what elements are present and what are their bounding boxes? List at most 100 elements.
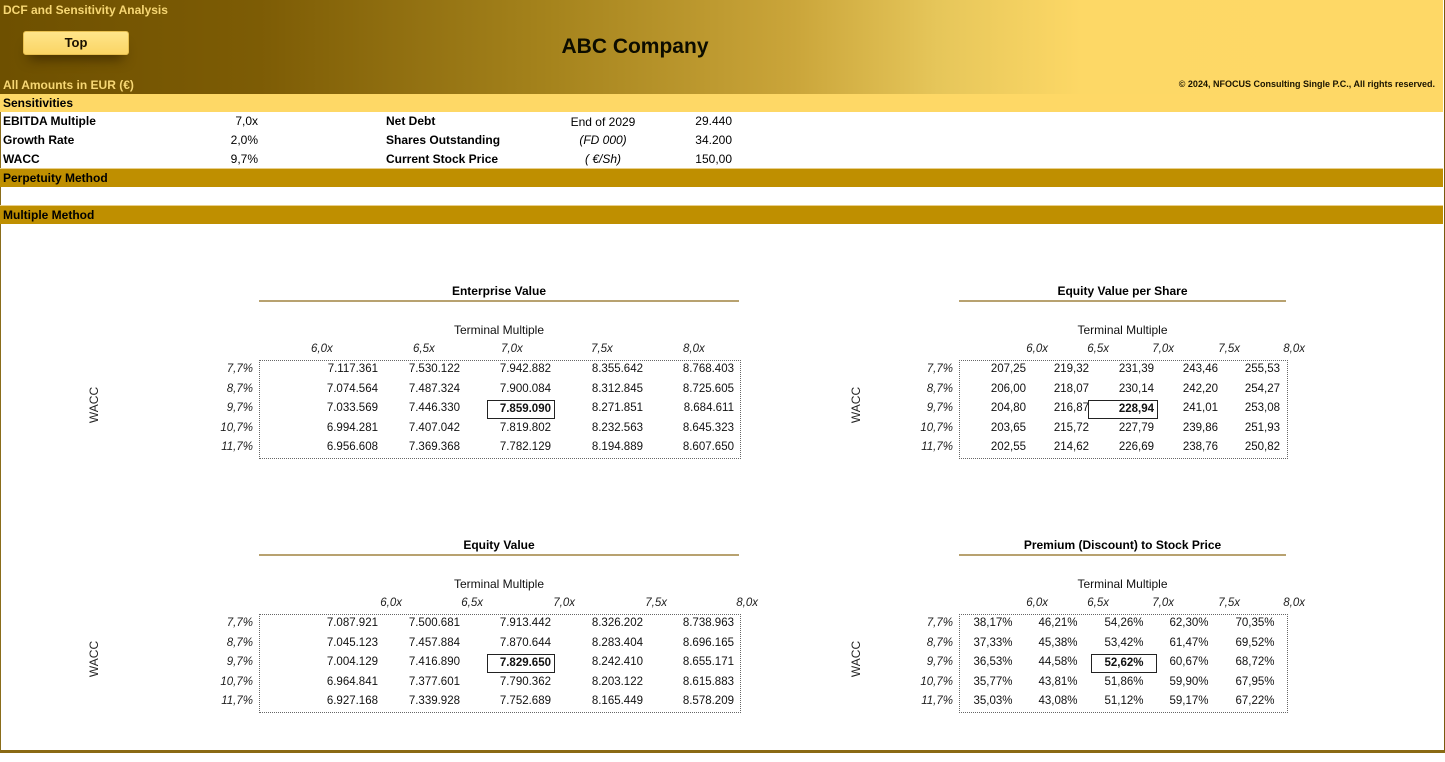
table-cell: 7.033.569 <box>326 402 378 414</box>
table-cell: 8.312.845 <box>591 382 643 395</box>
table-cell: 7.500.681 <box>408 617 460 629</box>
row-header: 9,7% <box>226 402 253 414</box>
table-cell: 204,80 <box>990 402 1026 414</box>
table-cell: 7.407.042 <box>408 421 460 434</box>
table-cell: 68,72% <box>1235 656 1275 668</box>
highlighted-cell: 52,62% <box>1091 654 1157 673</box>
section-multiple: Multiple Method <box>0 205 1443 224</box>
table-title: Equity Value per Share <box>1057 284 1188 298</box>
table-cell: 36,53% <box>973 656 1013 668</box>
row-header: 10,7% <box>220 421 253 434</box>
table-cell: 59,17% <box>1169 695 1209 707</box>
table-cell: 8.165.449 <box>591 695 643 707</box>
row-header: 8,7% <box>226 382 253 395</box>
column-header: 7,0x <box>553 597 575 609</box>
row-header: 7,7% <box>226 363 253 375</box>
table-cell: 7.045.123 <box>326 636 378 649</box>
terminal-multiple-label: Terminal Multiple <box>453 323 545 337</box>
growth-rate-value: 2,0% <box>230 133 258 147</box>
table-cell: 51,86% <box>1104 675 1144 688</box>
row-header: 10,7% <box>920 421 953 434</box>
table-cell: 8.684.611 <box>683 402 734 414</box>
table-cell: 8.578.209 <box>682 695 734 707</box>
header-banner: DCF and Sensitivity Analysis Top ABC Com… <box>0 0 1443 94</box>
row-header: 9,7% <box>226 656 253 668</box>
column-header: 6,0x <box>1026 597 1048 609</box>
row-header: 11,7% <box>221 695 253 707</box>
table-cell: 67,95% <box>1235 675 1275 688</box>
table-cell: 8.326.202 <box>591 617 643 629</box>
company-name: ABC Company <box>561 35 709 58</box>
table-cell: 216,87 <box>1053 402 1089 414</box>
table-title: Equity Value <box>463 538 535 552</box>
table-cell: 43,08% <box>1038 695 1078 707</box>
currency-note: All Amounts in EUR (€) <box>3 78 134 92</box>
table-cell: 227,79 <box>1118 421 1154 434</box>
row-header: 10,7% <box>220 675 253 688</box>
stock-price-unit: ( €/Sh) <box>584 152 621 166</box>
highlighted-cell: 228,94 <box>1088 400 1158 419</box>
table-title: Enterprise Value <box>451 284 547 298</box>
highlighted-cell: 7.859.090 <box>487 400 555 419</box>
table-cell: 7.457.884 <box>408 636 460 649</box>
row-header: 7,7% <box>926 363 953 375</box>
row-header: 9,7% <box>926 402 953 414</box>
table-cell: 43,81% <box>1038 675 1078 688</box>
table-cell: 8.283.404 <box>591 636 643 649</box>
table-cell: 7.339.928 <box>408 695 460 707</box>
column-header: 8,0x <box>736 597 758 609</box>
table-cell: 35,03% <box>973 695 1013 707</box>
column-header: 7,5x <box>645 597 667 609</box>
table-cell: 53,42% <box>1104 636 1144 649</box>
title-underline <box>259 554 739 556</box>
table-cell: 8.615.883 <box>682 675 734 688</box>
table-cell: 218,07 <box>1053 382 1089 395</box>
table-cell: 239,86 <box>1182 421 1218 434</box>
table-cell: 7.900.084 <box>499 382 551 395</box>
table-cell: 202,55 <box>990 441 1026 453</box>
stock-price-label: Current Stock Price <box>386 152 499 166</box>
column-header: 7,5x <box>1218 343 1240 355</box>
row-header: 7,7% <box>926 617 953 629</box>
shares-outstanding-label: Shares Outstanding <box>386 133 501 147</box>
table-cell: 8.271.851 <box>591 402 643 414</box>
table-cell: 8.194.889 <box>591 441 643 453</box>
wacc-axis-label: WACC <box>87 640 101 678</box>
terminal-multiple-label: Terminal Multiple <box>453 577 545 591</box>
table-cell: 231,39 <box>1118 363 1154 375</box>
table-cell: 8.232.563 <box>591 421 643 434</box>
title-underline <box>959 300 1286 302</box>
table-cell: 51,12% <box>1104 695 1144 707</box>
table-cell: 238,76 <box>1182 441 1218 453</box>
table-cell: 61,47% <box>1169 636 1209 649</box>
wacc-value: 9,7% <box>230 152 258 166</box>
net-debt-value: 29.440 <box>695 114 732 128</box>
table-cell: 8.725.605 <box>682 382 734 395</box>
net-debt-unit: End of 2029 <box>570 115 636 129</box>
table-cell: 37,33% <box>973 636 1013 649</box>
table-cell: 214,62 <box>1053 441 1089 453</box>
table-cell: 70,35% <box>1235 617 1275 629</box>
wacc-axis-label: WACC <box>849 640 863 678</box>
row-header: 11,7% <box>921 695 953 707</box>
section-perpetuity: Perpetuity Method <box>0 168 1443 187</box>
copyright: © 2024, NFOCUS Consulting Single P.C., A… <box>1178 79 1435 89</box>
table-cell: 8.645.323 <box>682 421 734 434</box>
row-header: 7,7% <box>226 617 253 629</box>
title-underline <box>959 554 1286 556</box>
wacc-axis-label: WACC <box>87 386 101 424</box>
terminal-multiple-label: Terminal Multiple <box>1077 323 1168 337</box>
column-header: 7,5x <box>591 343 613 355</box>
table-cell: 241,01 <box>1182 402 1218 414</box>
table-cell: 7.487.324 <box>408 382 460 395</box>
table-cell: 7.790.362 <box>499 675 551 688</box>
table-cell: 62,30% <box>1169 617 1209 629</box>
column-header: 7,0x <box>501 343 523 355</box>
table-cell: 8.607.650 <box>682 441 734 453</box>
table-cell: 60,67% <box>1169 656 1209 668</box>
table-cell: 7.782.129 <box>499 441 551 453</box>
net-debt-label: Net Debt <box>386 114 436 128</box>
table-cell: 7.087.921 <box>326 617 378 629</box>
table-cell: 230,14 <box>1118 382 1154 395</box>
table-cell: 6.994.281 <box>326 421 378 434</box>
